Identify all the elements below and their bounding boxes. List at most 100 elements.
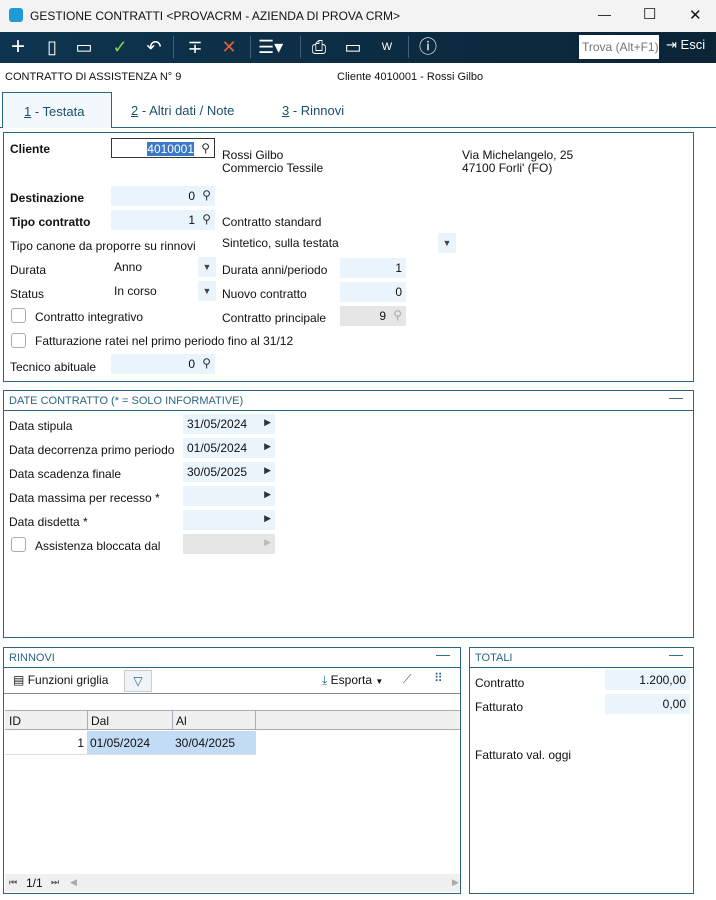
integrativo-checkbox[interactable] [11,308,26,323]
collapse-button[interactable]: — [669,646,683,662]
help-icon[interactable]: ⓘ [416,36,440,58]
maximize-button[interactable]: ☐ [643,5,656,23]
nuovo-input[interactable]: 0 [340,282,406,302]
insert-row-icon[interactable]: ∓ [183,36,207,58]
grid-layout-icon[interactable]: ⠿ [434,671,443,685]
search-input[interactable] [579,35,659,59]
tab-altri-dati[interactable]: 2 - Altri dati / Note [131,103,234,118]
data-stipula-input[interactable]: 31/05/2024 ▶ [183,414,275,434]
exit-button[interactable]: ⇥ Esci [666,37,705,53]
fatturato-label: Fatturato [475,700,524,714]
contratto-value: 1.200,00 [605,670,690,690]
canone-label: Tipo canone da proporre su rinnovi [10,239,196,253]
ratei-checkbox[interactable] [11,333,26,348]
undo-icon[interactable]: ↶ [142,36,166,58]
search-icon: ⚲ [202,188,211,202]
search-icon: ⚲ [393,308,402,322]
bloccata-input: ▶ [183,534,275,554]
open-folder-icon[interactable]: ▭ [72,36,96,58]
data-decorrenza-label: Data decorrenza primo periodo [9,443,175,457]
table-row[interactable]: 1 01/05/2024 30/04/2025 [5,731,256,755]
cliente-input[interactable]: 4010001 ⚲ [111,138,215,158]
testata-panel: Cliente 4010001 ⚲ Rossi Gilbo Commercio T… [3,132,694,382]
integrativo-label: Contratto integrativo [35,310,144,324]
save-check-icon[interactable]: ✓ [108,36,132,58]
filter-icon[interactable]: ▽ [124,670,152,692]
tecnico-label: Tecnico abituale [10,360,97,374]
data-scadenza-label: Data scadenza finale [9,467,122,481]
chart-icon[interactable]: ⟋ [403,672,411,687]
col-dal[interactable]: Dal [91,714,109,728]
collapse-button[interactable]: — [436,646,450,662]
fatturato-oggi-label: Fatturato val. oggi [475,748,572,762]
durata-select[interactable]: Anno ▼ [110,257,216,277]
chevron-down-icon: ▼ [438,233,456,253]
status-select[interactable]: In corso ▼ [110,281,216,301]
close-button[interactable]: ✕ [689,6,702,24]
col-al[interactable]: Al [176,714,187,728]
data-recesso-input[interactable]: ▶ [183,486,275,506]
cliente-label: Cliente [10,142,51,156]
canone-select[interactable]: Sintetico, sulla testata ▼ [218,233,456,253]
col-id[interactable]: ID [9,714,21,728]
pager: 1/1 [26,876,43,890]
collapse-button[interactable]: — [669,389,683,405]
address-line2: 47100 Forli' (FO) [462,161,553,175]
document-icon[interactable]: ▯ [40,36,64,58]
calendar-arrow-icon: ▶ [264,417,271,427]
address-line1: Via Michelangelo, 25 [462,148,574,162]
date-panel: DATE CONTRATTO (* = SOLO INFORMATIVE) — D… [3,389,694,638]
nuovo-label: Nuovo contratto [222,287,307,301]
data-recesso-label: Data massima per recesso * [9,491,160,505]
contratto-label: Contratto [475,676,525,690]
calendar-arrow-icon: ▶ [264,537,271,547]
monitor-icon[interactable]: ▭ [341,36,365,58]
bloccata-label: Assistenza bloccata dal [35,539,161,553]
ratei-label: Fatturazione ratei nel primo periodo fin… [35,334,294,348]
totali-panel: TOTALI — Contratto 1.200,00 Fatturato 0,0… [469,646,694,894]
scroll-left-icon[interactable]: ◀ [70,877,77,888]
data-stipula-label: Data stipula [9,419,73,433]
last-page-icon[interactable]: ⏭ [51,877,59,888]
tipo-desc: Contratto standard [222,215,322,229]
calendar-arrow-icon: ▶ [264,441,271,451]
chevron-down-icon: ▼ [198,257,216,277]
search-icon: ⚲ [202,212,211,226]
cliente-name: Rossi Gilbo [222,148,284,162]
data-disdetta-input[interactable]: ▶ [183,510,275,530]
data-disdetta-label: Data disdetta * [9,515,88,529]
delete-row-icon[interactable]: ✕ [217,36,241,58]
data-scadenza-input[interactable]: 30/05/2025 ▶ [183,462,275,482]
tipo-input[interactable]: 1 ⚲ [111,210,215,230]
durata-anni-input[interactable]: 1 [340,258,406,278]
grid-footer: ⏮ 1/1 ⏭ ◀ ▶ [5,874,460,892]
client-header: Cliente 4010001 - Rossi Gilbo [337,71,484,83]
tab-rinnovi[interactable]: 3 - Rinnovi [282,103,344,118]
principale-input: 9 ⚲ [340,306,406,326]
destinazione-input[interactable]: 0 ⚲ [111,186,215,206]
grid-header [5,710,460,730]
word-icon[interactable]: W [375,36,399,58]
tab-testata[interactable]: 1 - Testata [2,92,112,128]
search-icon: ⚲ [201,141,210,155]
first-page-icon[interactable]: ⏮ [9,877,17,888]
funzioni-griglia-button[interactable]: ▤ Funzioni griglia [13,673,108,687]
tecnico-input[interactable]: 0 ⚲ [111,354,215,374]
menu-icon[interactable]: ☰▾ [258,36,283,58]
new-icon[interactable]: + [6,35,30,59]
calendar-arrow-icon: ▶ [264,465,271,475]
minimize-button[interactable]: — [598,7,611,22]
durata-label: Durata [10,263,47,277]
scroll-right-icon[interactable]: ▶ [452,877,459,888]
data-decorrenza-input[interactable]: 01/05/2024 ▶ [183,438,275,458]
print-icon[interactable]: ⎙ [307,36,331,58]
principale-label: Contratto principale [222,311,327,325]
status-label: Status [10,287,45,301]
bloccata-checkbox[interactable] [11,537,26,552]
rinnovi-title: RINNOVI [9,652,55,664]
destinazione-label: Destinazione [10,191,85,205]
download-icon: ⤓ [322,673,328,687]
date-title: DATE CONTRATTO (* = SOLO INFORMATIVE) [9,395,244,407]
esporta-button[interactable]: ⤓ Esporta ▼ [322,673,383,688]
window-title: GESTIONE CONTRATTI <PROVACRM - AZIENDA D… [30,9,401,23]
